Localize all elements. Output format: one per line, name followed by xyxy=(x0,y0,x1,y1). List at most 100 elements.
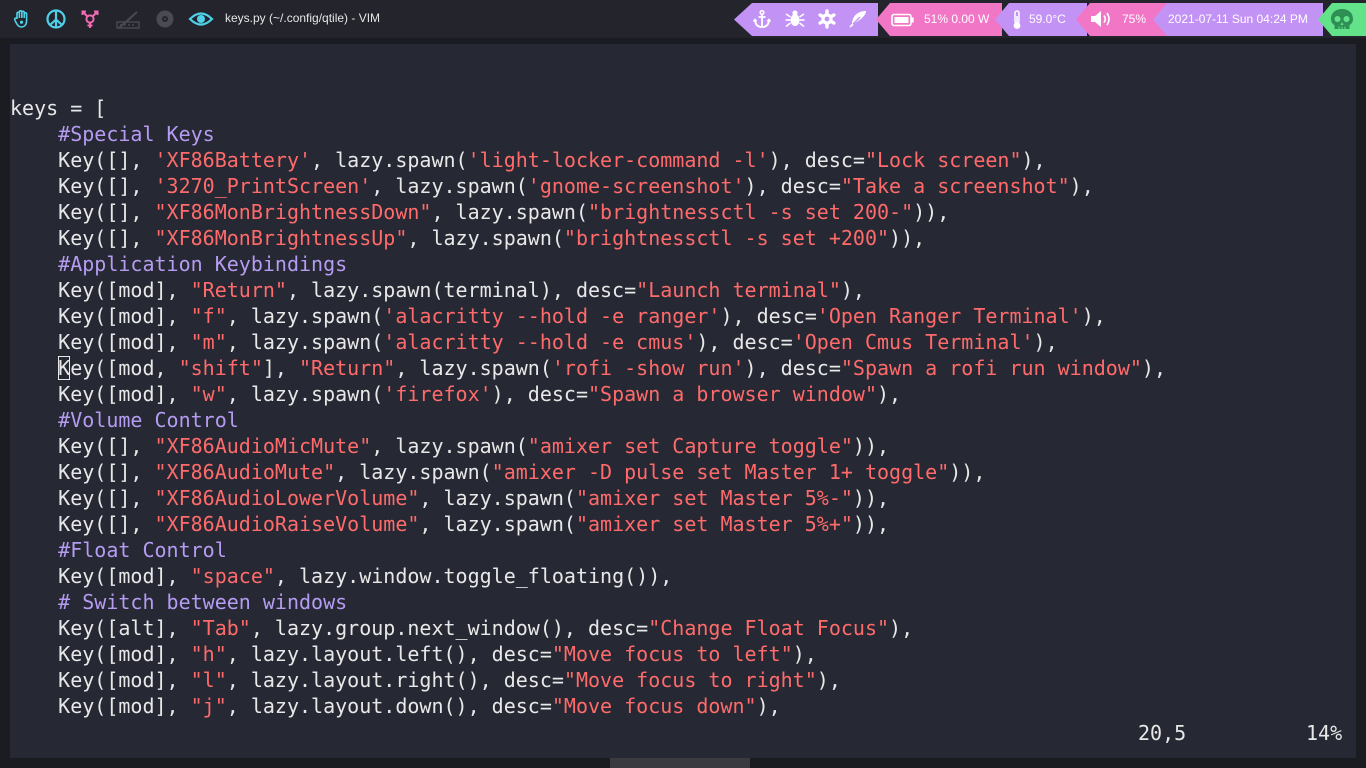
code-token: Key([], xyxy=(10,512,155,536)
code-token: Key([mod], xyxy=(10,668,191,692)
code-token: ), xyxy=(1069,174,1094,198)
bug-icon[interactable] xyxy=(784,9,806,29)
vim-editor-window[interactable]: keys = [ #Special Keys Key([], 'XF86Batt… xyxy=(10,44,1356,758)
code-token: Key([], xyxy=(10,486,155,510)
skull-icon[interactable] xyxy=(1329,8,1355,32)
string-token: "Return" xyxy=(299,356,396,380)
code-token: )), xyxy=(852,434,890,458)
code-line[interactable]: #Float Control xyxy=(10,537,1166,563)
code-line[interactable]: Key([mod, "shift"], "Return", lazy.spawn… xyxy=(10,355,1166,381)
code-token: , lazy.layout.left(), desc= xyxy=(226,642,552,666)
code-line[interactable]: Key([mod], "f", lazy.spawn('alacritty --… xyxy=(10,303,1166,329)
code-line[interactable]: Key([], '3270_PrintScreen', lazy.spawn('… xyxy=(10,173,1166,199)
code-line[interactable]: Key([mod], "w", lazy.spawn('firefox'), d… xyxy=(10,381,1166,407)
datetime-status: 2021-07-11 Sun 04:24 PM xyxy=(1168,12,1308,26)
string-token: 'light-locker-command -l' xyxy=(467,148,769,172)
code-line[interactable]: Key([], "XF86MonBrightnessUp", lazy.spaw… xyxy=(10,225,1166,251)
code-token: ), xyxy=(816,668,841,692)
string-token: 'rofi -show run' xyxy=(551,356,745,380)
code-token: , lazy.layout.down(), desc= xyxy=(226,694,552,718)
scroll-percent: 14% xyxy=(1306,721,1343,745)
code-token: )), xyxy=(889,226,926,250)
string-token: "Tab" xyxy=(190,616,251,640)
code-line[interactable]: # Switch between windows xyxy=(10,589,1166,615)
code-token: )), xyxy=(913,200,950,224)
code-token: ), xyxy=(1081,304,1106,328)
code-token: Key([mod], xyxy=(10,642,191,666)
string-token: "XF86AudioRaiseVolume" xyxy=(154,512,420,536)
code-token: ), desc= xyxy=(720,304,817,328)
string-token: "Change Float Focus" xyxy=(648,616,890,640)
code-line[interactable]: #Volume Control xyxy=(10,407,1166,433)
code-token: Key([], xyxy=(10,200,155,224)
anchor-icon[interactable] xyxy=(752,9,772,29)
string-token: 'Open Cmus Terminal' xyxy=(792,330,1034,354)
code-line[interactable]: Key([mod], "l", lazy.layout.right(), des… xyxy=(10,667,1166,693)
string-token: "XF86AudioMute" xyxy=(154,460,336,484)
string-token: "Spawn a rofi run window" xyxy=(840,356,1142,380)
workspace-5-vinyl-icon[interactable] xyxy=(154,8,176,30)
code-token: ), xyxy=(792,642,817,666)
code-token: Key([], xyxy=(10,226,155,250)
temperature-status: 59.0°C xyxy=(1029,12,1066,26)
string-token: "amixer set Capture toggle" xyxy=(527,434,853,458)
code-token: , lazy.spawn(terminal), desc= xyxy=(286,278,637,302)
string-token: 'alacritty --hold -e cmus' xyxy=(383,330,697,354)
code-line[interactable]: Key([], "XF86MonBrightnessDown", lazy.sp… xyxy=(10,199,1166,225)
code-line[interactable]: #Application Keybindings xyxy=(10,251,1166,277)
string-token: "Move focus down" xyxy=(551,694,757,718)
volume-icon[interactable] xyxy=(1090,10,1114,28)
string-token: "Lock screen" xyxy=(864,148,1022,172)
code-line[interactable]: Key([alt], "Tab", lazy.group.next_window… xyxy=(10,615,1166,641)
code-line[interactable]: Key([], "XF86AudioMicMute", lazy.spawn("… xyxy=(10,433,1166,459)
string-token: "Return" xyxy=(190,278,287,302)
workspace-1-hand-icon[interactable] xyxy=(11,8,33,30)
code-token: Key([alt], xyxy=(10,616,191,640)
workspace-4-slash-icon[interactable] xyxy=(115,8,140,30)
code-line[interactable]: #Special Keys xyxy=(10,121,1166,147)
code-buffer[interactable]: keys = [ #Special Keys Key([], 'XF86Batt… xyxy=(10,95,1166,719)
code-line[interactable]: Key([], "XF86AudioLowerVolume", lazy.spa… xyxy=(10,485,1166,511)
code-line[interactable]: keys = [ xyxy=(10,95,1166,121)
string-token: "l" xyxy=(190,668,227,692)
code-token: ), xyxy=(889,616,914,640)
code-token: , lazy.spawn( xyxy=(311,148,468,172)
string-token: "XF86AudioMicMute" xyxy=(154,434,372,458)
string-token: "Launch terminal" xyxy=(636,278,841,302)
code-line[interactable]: Key([mod], "j", lazy.layout.down(), desc… xyxy=(10,693,1166,719)
string-token: '3270_PrintScreen' xyxy=(154,174,372,198)
code-line[interactable]: Key([mod], "h", lazy.layout.left(), desc… xyxy=(10,641,1166,667)
comment-token: #Application Keybindings xyxy=(58,252,348,276)
string-token: "space" xyxy=(190,564,275,588)
code-line[interactable]: Key([mod], "Return", lazy.spawn(terminal… xyxy=(10,277,1166,303)
comment-token: #Special Keys xyxy=(58,122,215,146)
string-token: "XF86MonBrightnessDown" xyxy=(154,200,432,224)
code-token: , lazy.spawn( xyxy=(371,174,528,198)
text-cursor: K xyxy=(58,356,71,380)
code-line[interactable]: Key([mod], "space", lazy.window.toggle_f… xyxy=(10,563,1166,589)
code-token: )), xyxy=(852,512,890,536)
workspace-3-transgender-icon[interactable] xyxy=(79,8,101,30)
string-token: "Spawn a browser window" xyxy=(588,382,877,406)
code-token: ), xyxy=(876,382,902,406)
workspace-6-eye-icon[interactable] xyxy=(188,8,214,30)
workspace-2-peace-icon[interactable] xyxy=(45,8,67,30)
code-token: ), xyxy=(756,694,781,718)
code-line[interactable]: Key([mod], "m", lazy.spawn('alacritty --… xyxy=(10,329,1166,355)
code-token: ), desc= xyxy=(744,356,841,380)
code-line[interactable]: Key([], "XF86AudioMute", lazy.spawn("ami… xyxy=(10,459,1166,485)
battery-status: 51% 0.00 W xyxy=(924,12,990,26)
string-token: "amixer set Master 5%+" xyxy=(575,512,853,536)
gear-icon[interactable] xyxy=(817,9,837,29)
string-token: 'firefox' xyxy=(383,382,492,406)
string-token: "amixer -D pulse set Master 1+ toggle" xyxy=(491,460,950,484)
code-line[interactable]: Key([], "XF86AudioRaiseVolume", lazy.spa… xyxy=(10,511,1166,537)
code-token: , lazy.spawn( xyxy=(395,356,552,380)
feather-icon[interactable] xyxy=(848,9,868,29)
battery-icon xyxy=(891,12,915,27)
code-token: ey([mod, xyxy=(70,356,179,380)
code-token: , lazy.spawn( xyxy=(226,382,384,406)
code-token: ), desc= xyxy=(744,174,841,198)
code-line[interactable]: Key([], 'XF86Battery', lazy.spawn('light… xyxy=(10,147,1166,173)
